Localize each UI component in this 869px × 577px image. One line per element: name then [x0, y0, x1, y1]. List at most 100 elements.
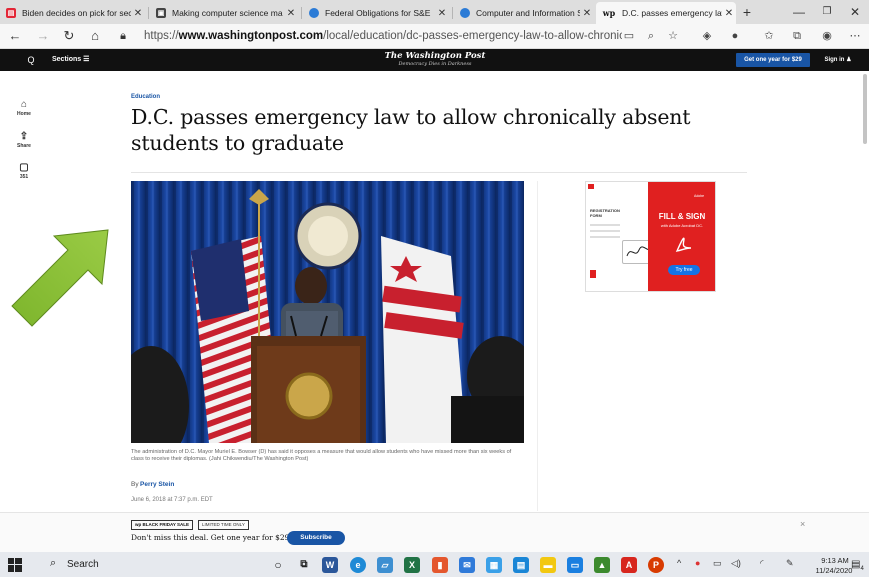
ad-form-label: REGISTRATION FORM — [590, 208, 620, 218]
site-logo[interactable]: The Washington Post — [360, 51, 510, 61]
pen-icon[interactable]: ✎ — [786, 558, 794, 569]
zoom-icon[interactable]: ⌕ — [642, 27, 660, 45]
byline-prefix: By — [131, 481, 139, 488]
explorer-app-icon[interactable]: ▱ — [377, 557, 393, 573]
url-field[interactable]: https://www.washingtonpost.com/local/edu… — [144, 27, 622, 45]
extension-icon[interactable]: ◈ — [698, 27, 716, 45]
restore-icon[interactable]: ❐ — [817, 3, 837, 21]
calendar-icon[interactable]: ▦ — [486, 557, 502, 573]
ad-subtitle: with Adobe Acrobat DC. — [660, 223, 704, 228]
rail-share-label: Share — [17, 143, 31, 149]
search-icon: Q — [27, 55, 35, 65]
url-domain: www.washingtonpost.com — [178, 30, 324, 42]
ad-cta-button[interactable]: Try free — [668, 265, 700, 275]
author-link[interactable]: Perry Stein — [140, 481, 174, 488]
close-tab-icon[interactable]: ✕ — [131, 8, 145, 19]
favorite-star-icon[interactable]: ☆ — [664, 27, 682, 45]
tab-title: D.C. passes emergency law to — [622, 8, 722, 18]
acrobat-icon — [675, 237, 692, 252]
close-tab-icon[interactable]: ✕ — [580, 8, 594, 19]
app-icon[interactable]: ▲ — [594, 557, 610, 573]
notification-center-icon[interactable]: ▤4 — [851, 559, 864, 572]
article-headline: D.C. passes emergency law to allow chron… — [131, 105, 691, 155]
sections-menu-button[interactable]: Sections ☰ — [52, 53, 89, 67]
browser-tab[interactable]: Federal Obligations for S&E ✕ — [303, 2, 449, 24]
back-arrow-icon[interactable]: ← — [6, 27, 24, 45]
file-explorer-icon[interactable]: ▬ — [540, 557, 556, 573]
browser-tab[interactable]: ▤ Biden decides on pick for sec ✕ — [0, 2, 145, 24]
profile-avatar-icon[interactable]: ◉ — [818, 27, 836, 45]
promo-badge: wp BLACK FRIDAY SALE — [131, 520, 194, 530]
chat-icon[interactable]: ▭ — [567, 557, 583, 573]
photo-caption: The administration of D.C. Mayor Muriel … — [131, 449, 512, 462]
edge-icon[interactable]: e — [350, 557, 366, 573]
browser-tab[interactable]: Computer and Information Sc ✕ — [454, 2, 594, 24]
task-view-icon[interactable]: ⧉ — [296, 557, 312, 573]
promo-limited-tag: LIMITED TIME ONLY — [198, 520, 249, 530]
acrobat-icon[interactable]: A — [621, 557, 637, 573]
advertisement[interactable]: REGISTRATION FORM Adobe FILL & SIGN with… — [585, 181, 716, 292]
lock-icon[interactable]: 🔒︎ — [114, 27, 132, 45]
volume-icon[interactable]: ◁) — [731, 558, 741, 569]
new-tab-button[interactable]: + — [737, 3, 757, 21]
tray-chevron-icon[interactable]: ^ — [677, 558, 681, 568]
cortana-icon[interactable]: ○ — [270, 557, 286, 573]
tray-app-icon[interactable]: ● — [695, 558, 700, 568]
ad-title: FILL & SIGN — [658, 212, 706, 221]
taskbar-search-box[interactable]: Search — [67, 559, 99, 570]
notification-count: 4 — [860, 566, 864, 572]
clock-time[interactable]: 9:13 AM — [815, 556, 855, 565]
search-button[interactable]: Q — [16, 53, 46, 67]
word-icon[interactable]: W — [322, 557, 338, 573]
comment-icon: ▢ — [19, 162, 29, 173]
divider — [131, 172, 747, 173]
section-kicker[interactable]: Education — [131, 94, 160, 100]
edge-favicon-icon — [460, 8, 470, 18]
tab-title: Making computer science ma — [172, 8, 283, 18]
rail-share-button[interactable]: ⇪ Share — [10, 131, 38, 149]
site-header: Q Sections ☰ The Washington Post Democra… — [0, 49, 869, 71]
ad-flag-icon — [588, 184, 594, 189]
article-photo[interactable] — [131, 181, 524, 443]
clock-date[interactable]: 11/24/2020 — [812, 566, 856, 575]
rail-home-button[interactable]: ⌂ Home — [10, 99, 38, 117]
promo-subscribe-button[interactable]: Subscribe — [287, 531, 345, 545]
url-prefix: https:// — [144, 30, 179, 42]
battery-icon[interactable]: ▭ — [713, 558, 722, 569]
home-icon[interactable]: ⌂ — [86, 27, 104, 45]
browser-tab[interactable]: ▣ Making computer science ma ✕ — [150, 2, 298, 24]
address-bar: ← → ↻ ⌂ 🔒︎ https://www.washingtonpost.co… — [0, 24, 869, 49]
close-window-icon[interactable]: ✕ — [845, 3, 865, 21]
refresh-icon[interactable]: ↻ — [60, 27, 78, 45]
rail-comments-count: 351 — [19, 174, 29, 180]
store-icon[interactable]: ▤ — [513, 557, 529, 573]
powerpoint-icon[interactable]: P — [648, 557, 664, 573]
rail-comments-button[interactable]: ▢ 351 — [10, 162, 38, 180]
wifi-icon[interactable]: ◜ — [760, 558, 764, 569]
more-menu-icon[interactable]: ⋯ — [846, 27, 864, 45]
forward-arrow-icon[interactable]: → — [34, 27, 52, 45]
office-icon[interactable]: ▮ — [432, 557, 448, 573]
scrollbar-thumb[interactable] — [863, 74, 867, 144]
green-arrow-annotation — [11, 229, 109, 327]
close-tab-icon[interactable]: ✕ — [435, 8, 449, 19]
close-tab-icon[interactable]: ✕ — [284, 8, 298, 19]
tab-title: Biden decides on pick for sec — [22, 8, 131, 18]
site-tagline: Democracy Dies in Darkness — [398, 61, 472, 67]
minimize-icon[interactable]: — — [789, 3, 809, 21]
column-divider — [537, 181, 538, 511]
close-tab-icon[interactable]: ✕ — [722, 8, 736, 19]
windows-start-icon[interactable] — [8, 558, 22, 572]
sign-in-button[interactable]: Sign in ♟ — [815, 53, 861, 67]
subscribe-button[interactable]: Get one year for $29 — [736, 53, 810, 67]
browser-tab-active[interactable]: wp D.C. passes emergency law to ✕ — [596, 2, 736, 24]
favorites-bar-icon[interactable]: ✩ — [760, 27, 778, 45]
reader-view-icon[interactable]: ▭ — [620, 27, 638, 45]
ad-form-preview: REGISTRATION FORM — [586, 182, 648, 291]
mail-icon[interactable]: ✉ — [459, 557, 475, 573]
excel-icon[interactable]: X — [404, 557, 420, 573]
collections-icon[interactable]: ⧉ — [788, 27, 806, 45]
extension-dot-icon[interactable]: ● — [726, 27, 744, 45]
promo-close-icon[interactable]: × — [800, 519, 805, 529]
site-favicon-icon: ▣ — [156, 8, 166, 18]
